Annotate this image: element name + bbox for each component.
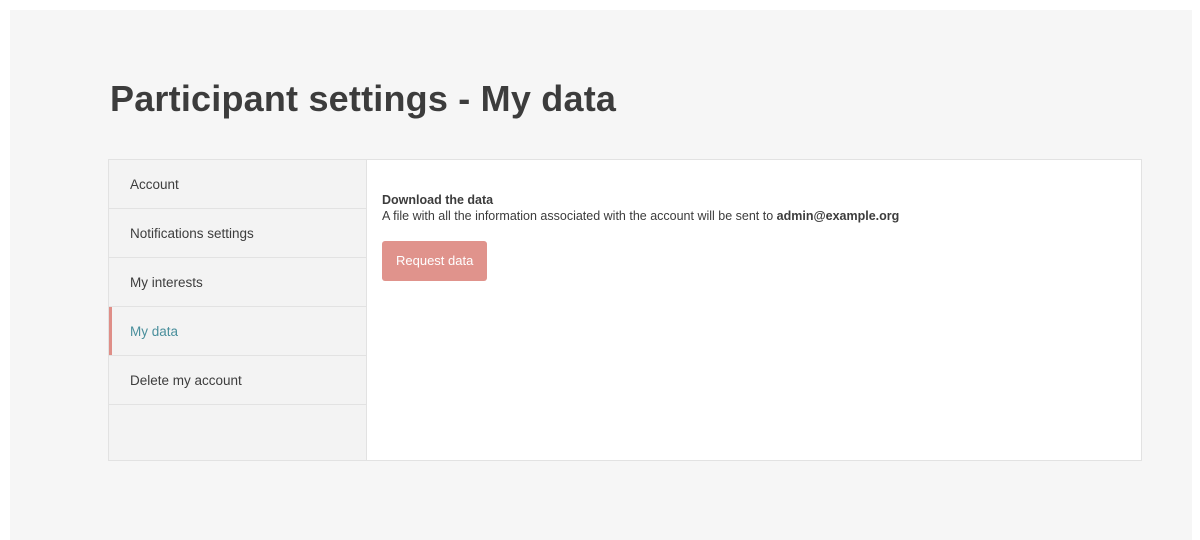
- sidebar-item-notifications-settings[interactable]: Notifications settings: [109, 209, 366, 258]
- sidebar-item-label: My interests: [130, 274, 203, 290]
- settings-sidebar: Account Notifications settings My intere…: [109, 160, 367, 460]
- sidebar-item-label: Notifications settings: [130, 225, 254, 241]
- account-email: admin@example.org: [776, 209, 900, 223]
- sidebar-item-my-data[interactable]: My data: [109, 307, 366, 356]
- sidebar-item-my-interests[interactable]: My interests: [109, 258, 366, 307]
- download-data-description: A file with all the information associat…: [382, 208, 1127, 224]
- page-title: Participant settings - My data: [110, 78, 617, 119]
- sidebar-item-label: My data: [130, 323, 179, 339]
- sidebar-item-account[interactable]: Account: [109, 160, 366, 209]
- sidebar-item-label: Delete my account: [130, 372, 242, 388]
- download-data-heading: Download the data: [382, 193, 494, 207]
- request-data-button[interactable]: Request data: [382, 241, 488, 281]
- my-data-content: Download the data A file with all the in…: [367, 160, 1141, 460]
- sidebar-item-label: Account: [130, 176, 179, 192]
- sidebar-item-delete-my-account[interactable]: Delete my account: [109, 356, 366, 405]
- settings-card: Account Notifications settings My intere…: [108, 159, 1142, 461]
- page-background: Participant settings - My data Account N…: [10, 10, 1192, 540]
- description-text: A file with all the information associat…: [382, 209, 777, 223]
